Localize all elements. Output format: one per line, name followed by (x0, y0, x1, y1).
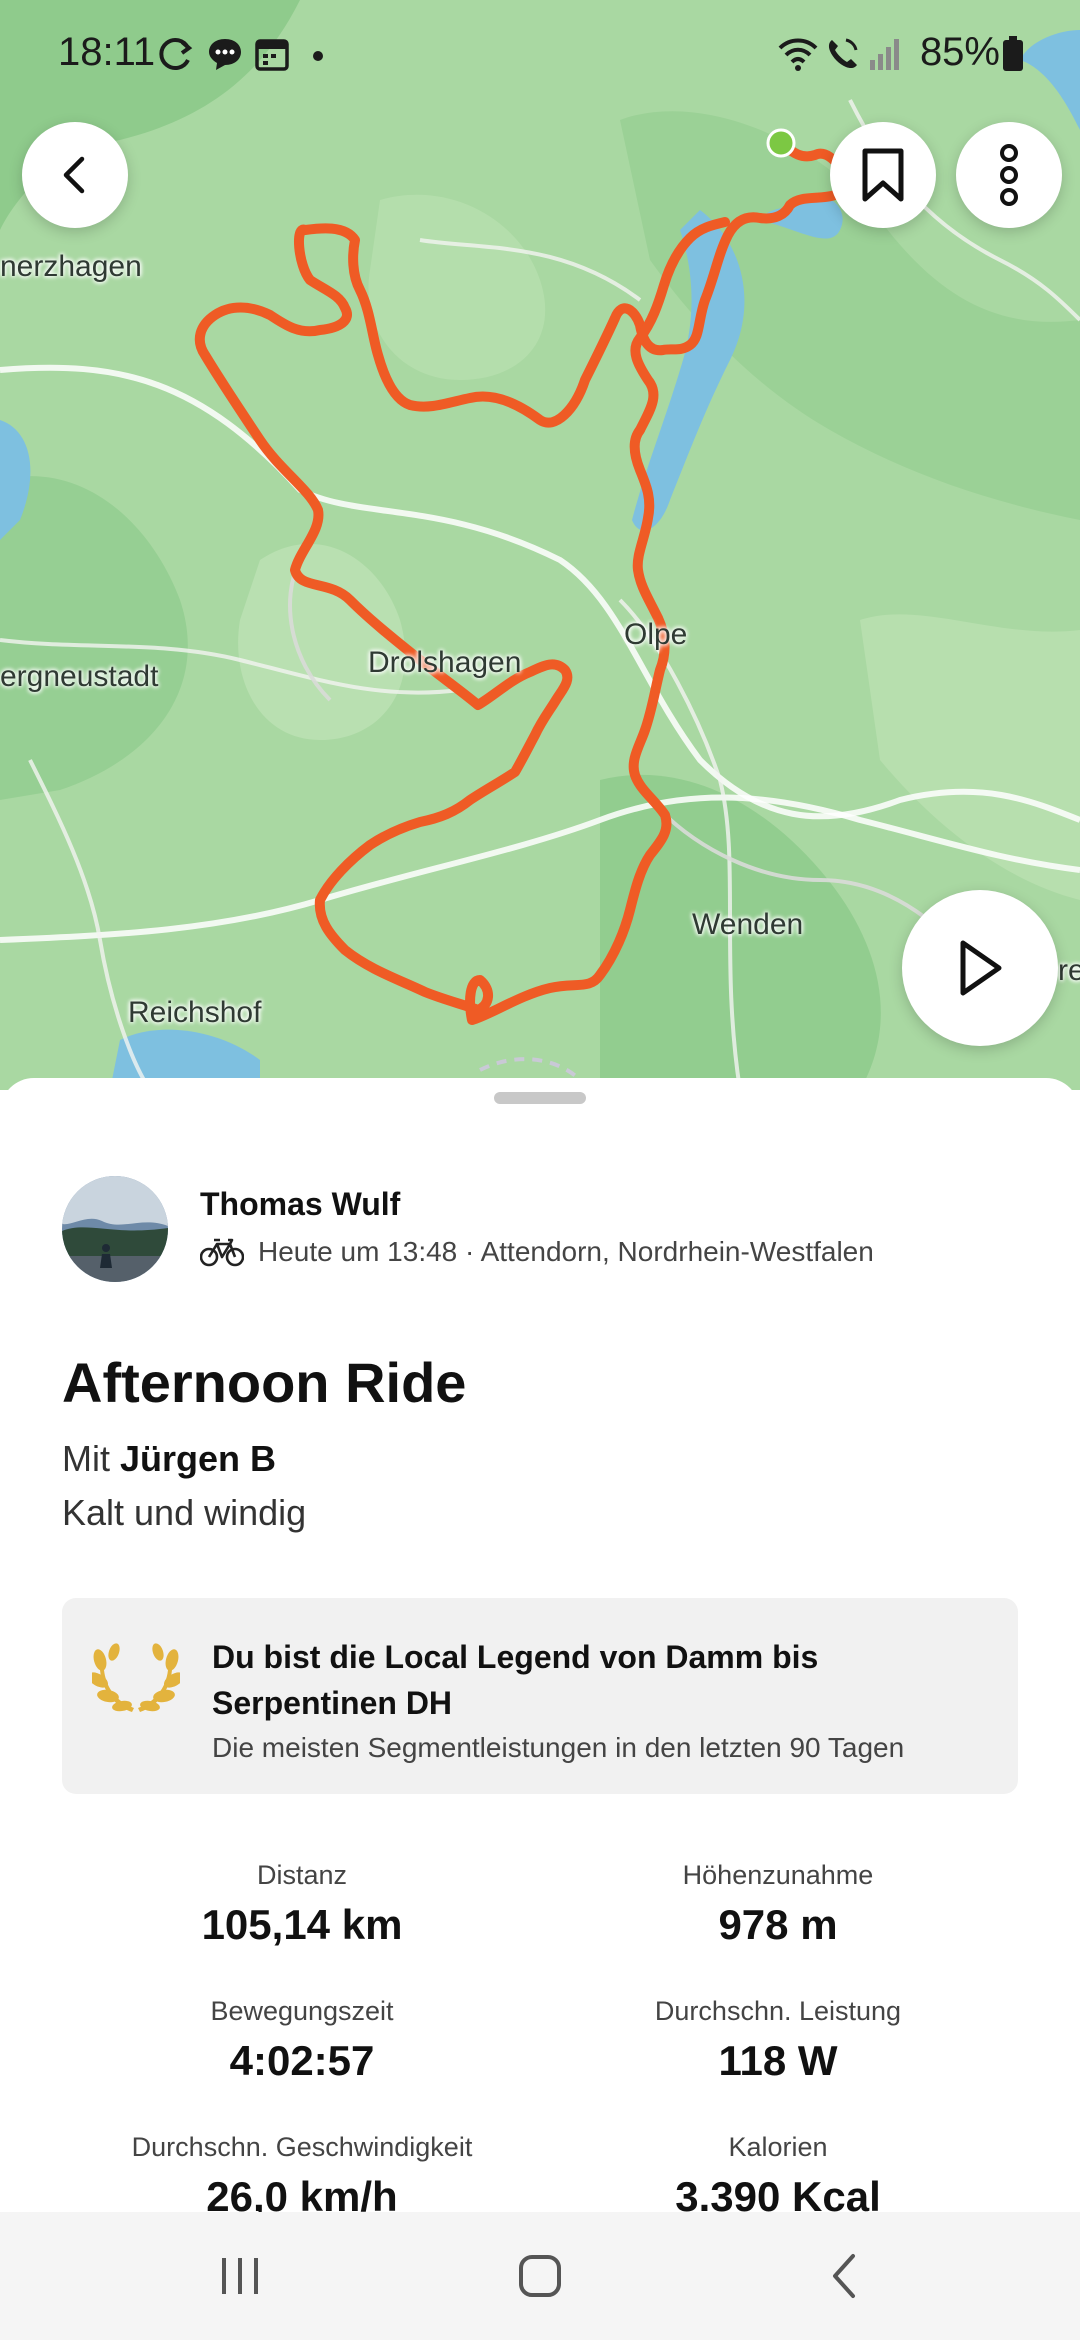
activity-sheet: Thomas Wulf Heute um 13:48 · Attendorn, … (0, 1078, 1080, 2340)
recent-apps-icon (222, 2258, 258, 2294)
system-nav-bar (0, 2212, 1080, 2340)
athlete-avatar[interactable] (62, 1176, 168, 1282)
signal-icon (870, 39, 899, 70)
recent-apps-button[interactable] (200, 2236, 280, 2316)
with-partner: Mit Jürgen B (62, 1438, 276, 1480)
calendar-icon (255, 39, 289, 71)
status-time: 18:11 (58, 30, 156, 74)
stat-label: Bewegungszeit (210, 1996, 394, 2026)
status-bar: 18:11 85% (0, 0, 1080, 110)
map-label: Drolshagen (368, 646, 522, 679)
with-prefix: Mit (62, 1438, 110, 1479)
laurel-icon (92, 1643, 180, 1712)
map-label: nerzhagen (0, 250, 142, 283)
activity-time-location: Heute um 13:48 · Attendorn, Nordrhein-We… (258, 1236, 874, 1267)
activity-description: Kalt und windig (62, 1492, 307, 1533)
stat-avg-power: Durchschn. Leistung 118 W (538, 1996, 1018, 2085)
partner-name[interactable]: Jürgen B (120, 1438, 276, 1479)
map-label: Wenden (692, 908, 804, 941)
map-label: ergneustadt (0, 660, 159, 693)
start-marker (766, 128, 796, 158)
stat-value: 118 W (718, 2037, 838, 2084)
drag-handle[interactable] (494, 1092, 586, 1104)
wifi-icon (778, 38, 818, 71)
local-legend-subtitle: Die meisten Segmentleistungen in den let… (212, 1732, 905, 1763)
stat-distance: Distanz 105,14 km (62, 1860, 542, 1949)
bookmark-button[interactable] (830, 122, 936, 228)
stat-label: Kalorien (728, 2132, 828, 2162)
stat-elevation-gain: Höhenzunahme 978 m (538, 1860, 1018, 1949)
battery-percent: 85% (919, 30, 1000, 74)
bike-icon (200, 1238, 244, 1267)
back-icon (833, 2254, 855, 2298)
map-label: Olpe (624, 618, 688, 651)
system-back-button[interactable] (804, 2236, 884, 2316)
activity-title: Afternoon Ride (62, 1351, 467, 1414)
stat-moving-time: Bewegungszeit 4:02:57 (62, 1996, 542, 2085)
play-icon (960, 940, 1002, 996)
activity-meta: Heute um 13:48 · Attendorn, Nordrhein-We… (200, 1236, 874, 1268)
map-label: re (1058, 954, 1080, 987)
stat-avg-speed: Durchschn. Geschwindigkeit 26,0 km/h (62, 2132, 542, 2221)
stat-calories: Kalorien 3.390 Kcal (538, 2132, 1018, 2221)
home-button[interactable] (500, 2236, 580, 2316)
play-flyover-button[interactable] (902, 890, 1058, 1046)
stat-label: Höhenzunahme (682, 1860, 874, 1890)
stat-label: Distanz (256, 1860, 348, 1890)
wifi-call-icon (828, 38, 858, 69)
more-options-button[interactable] (956, 122, 1062, 228)
battery-icon (1003, 36, 1023, 71)
more-vertical-icon (1000, 144, 1018, 206)
sync-icon (159, 38, 193, 70)
back-button[interactable] (22, 122, 128, 228)
stat-label: Durchschn. Geschwindigkeit (131, 2132, 473, 2162)
chat-icon (209, 39, 241, 70)
athlete-name[interactable]: Thomas Wulf (200, 1186, 400, 1223)
stat-value: 105,14 km (201, 1901, 403, 1948)
route-map[interactable]: nerzhagen Drolshagen Olpe ergneustadt We… (0, 0, 1080, 1090)
stat-value: 4:02:57 (229, 2037, 375, 2084)
local-legend-card[interactable]: Du bist die Local Legend von Damm bis Se… (62, 1598, 1018, 1794)
chevron-left-icon (63, 156, 85, 194)
bookmark-icon (862, 148, 904, 202)
map-label: Reichshof (128, 996, 262, 1029)
stat-value: 978 m (718, 1901, 838, 1948)
stat-label: Durchschn. Leistung (654, 1996, 902, 2026)
notification-dot-icon (313, 51, 323, 61)
home-icon (519, 2255, 561, 2297)
local-legend-title: Du bist die Local Legend von Damm bis Se… (212, 1639, 819, 1721)
